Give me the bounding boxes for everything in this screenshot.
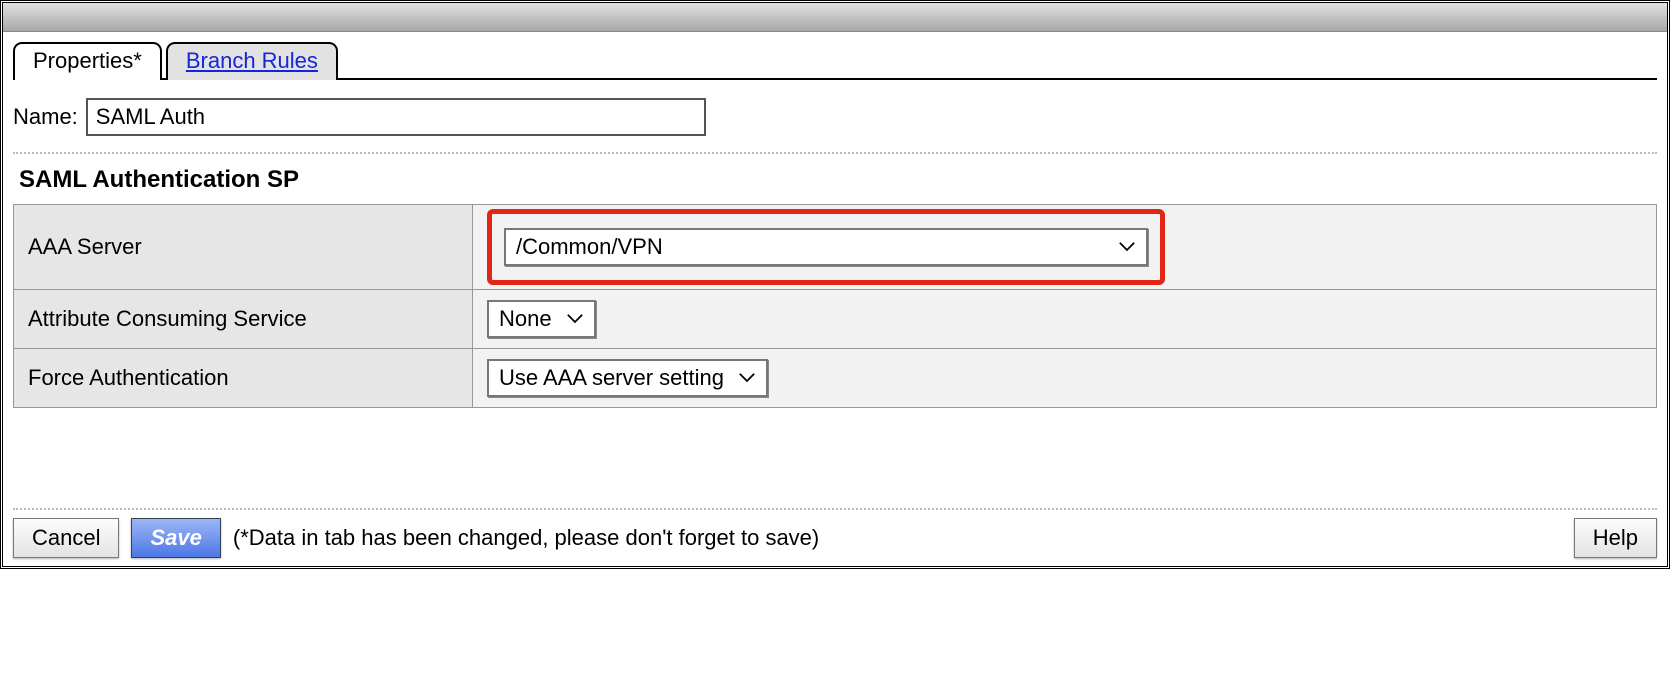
select-aaa-server-value: /Common/VPN bbox=[516, 234, 663, 260]
row-attribute-consuming: Attribute Consuming Service None bbox=[14, 290, 1657, 349]
name-label: Name: bbox=[13, 104, 78, 130]
save-button[interactable]: Save bbox=[131, 518, 220, 558]
help-button[interactable]: Help bbox=[1574, 518, 1657, 558]
window-frame: Properties* Branch Rules Name: SAML Auth… bbox=[0, 0, 1670, 569]
cancel-button-label: Cancel bbox=[32, 525, 100, 550]
tab-branch-rules-label: Branch Rules bbox=[186, 48, 318, 73]
help-button-label: Help bbox=[1593, 525, 1638, 550]
label-attribute-consuming: Attribute Consuming Service bbox=[14, 290, 473, 349]
cancel-button[interactable]: Cancel bbox=[13, 518, 119, 558]
titlebar bbox=[3, 3, 1667, 32]
footer: Cancel Save (*Data in tab has been chang… bbox=[13, 518, 1657, 558]
separator-bottom bbox=[13, 508, 1657, 510]
name-input[interactable] bbox=[86, 98, 706, 136]
row-aaa-server: AAA Server /Common/VPN bbox=[14, 205, 1657, 290]
chevron-down-icon bbox=[566, 313, 584, 325]
select-force-authentication[interactable]: Use AAA server setting bbox=[487, 359, 768, 397]
label-force-authentication: Force Authentication bbox=[14, 349, 473, 408]
label-aaa-server: AAA Server bbox=[14, 205, 473, 290]
chevron-down-icon bbox=[738, 372, 756, 384]
tab-properties[interactable]: Properties* bbox=[13, 42, 162, 80]
select-attribute-consuming[interactable]: None bbox=[487, 300, 596, 338]
tab-properties-label: Properties* bbox=[33, 48, 142, 73]
section-title: SAML Authentication SP bbox=[19, 166, 1657, 194]
chevron-down-icon bbox=[1118, 241, 1136, 253]
separator-top bbox=[13, 152, 1657, 154]
name-row: Name: bbox=[13, 98, 1657, 136]
select-force-authentication-value: Use AAA server setting bbox=[499, 365, 724, 391]
tab-row: Properties* Branch Rules bbox=[13, 42, 1657, 80]
tab-branch-rules[interactable]: Branch Rules bbox=[166, 42, 338, 80]
select-attribute-consuming-value: None bbox=[499, 306, 552, 332]
select-aaa-server[interactable]: /Common/VPN bbox=[504, 228, 1148, 266]
highlight-aaa-server: /Common/VPN bbox=[487, 209, 1165, 285]
save-button-label: Save bbox=[150, 525, 201, 550]
settings-table: AAA Server /Common/VPN Attribute Consumi… bbox=[13, 204, 1657, 408]
row-force-authentication: Force Authentication Use AAA server sett… bbox=[14, 349, 1657, 408]
save-hint: (*Data in tab has been changed, please d… bbox=[233, 525, 1562, 551]
